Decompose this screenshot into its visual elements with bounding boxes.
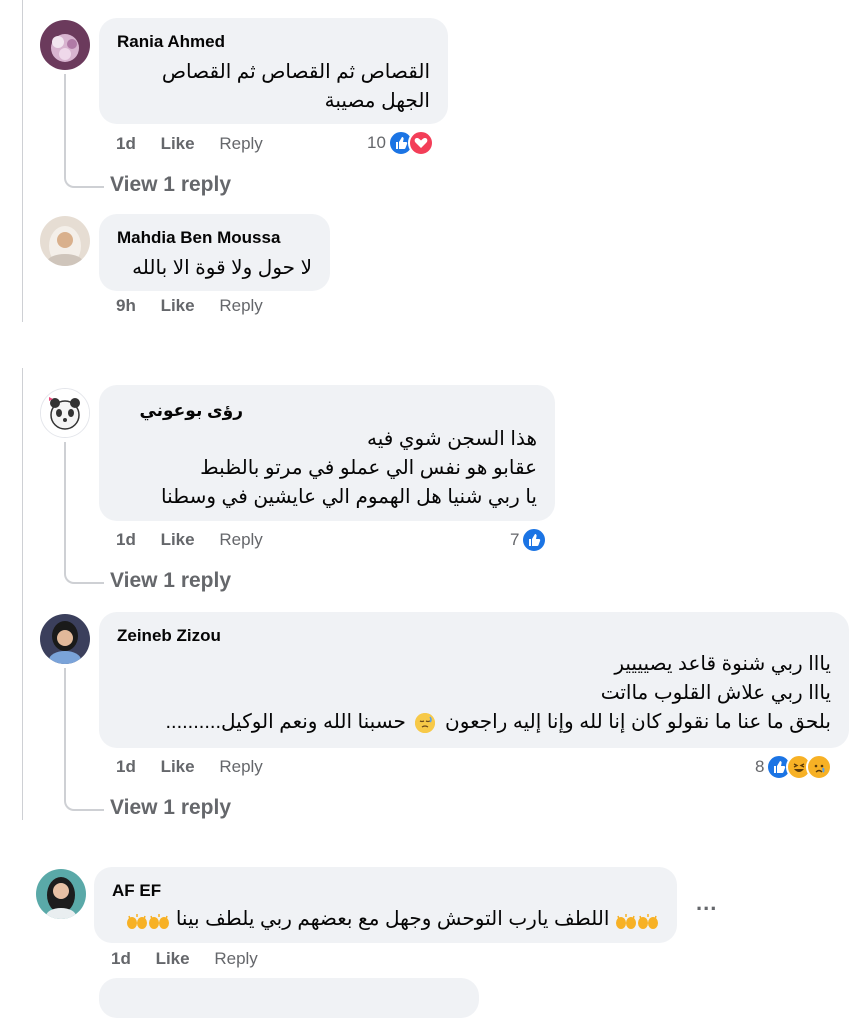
comment-text: القصاص ثم القصاص ثم القصاص الجهل مصيبة — [161, 61, 430, 112]
author-name[interactable]: Mahdia Ben Moussa — [117, 228, 280, 248]
avatar[interactable] — [36, 869, 86, 919]
timestamp[interactable]: 1d — [116, 757, 136, 777]
reaction-summary[interactable]: 10 — [367, 130, 434, 156]
hands-emoji-icon — [637, 911, 659, 929]
divider-line — [22, 368, 23, 820]
thread-line — [64, 442, 104, 584]
thread-line — [64, 74, 104, 188]
view-replies-link[interactable]: View 1 reply — [110, 173, 231, 197]
like-icon — [521, 527, 548, 553]
avatar[interactable] — [40, 388, 90, 438]
view-replies-link[interactable]: View 1 reply — [110, 569, 231, 593]
comment-actions: 1d Like Reply — [111, 949, 258, 969]
comment-text: يااا ربي شنوة قاعد يصيييير يااا ربي علاش… — [165, 653, 831, 733]
like-button[interactable]: Like — [161, 530, 195, 550]
hands-emoji-icon — [148, 911, 170, 929]
timestamp[interactable]: 9h — [116, 296, 136, 316]
timestamp[interactable]: 1d — [116, 530, 136, 550]
timestamp[interactable]: 1d — [116, 134, 136, 154]
divider-line — [22, 0, 23, 322]
sad-icon — [806, 754, 833, 780]
downcast-face-icon — [415, 712, 436, 733]
thread-line — [64, 668, 104, 811]
comment-actions: 1d Like Reply — [116, 530, 263, 550]
view-replies-link[interactable]: View 1 reply — [110, 796, 231, 820]
reaction-count: 7 — [510, 530, 520, 549]
reply-button[interactable]: Reply — [219, 757, 262, 777]
love-icon — [407, 130, 434, 156]
comment-bubble: AF EF اللطف يارب التوحش وجهل مع بعضهم رب… — [94, 867, 677, 943]
comment-bubble-partial — [99, 978, 479, 1018]
like-button[interactable]: Like — [161, 296, 195, 316]
comment-text: اللطف يارب التوحش وجهل مع بعضهم ربي يلطف… — [126, 905, 659, 934]
reaction-summary[interactable]: 7 — [510, 527, 548, 553]
more-options-button[interactable]: ... — [696, 890, 717, 916]
reaction-count: 8 — [755, 757, 765, 776]
comment-actions: 1d Like Reply — [116, 134, 263, 154]
reply-button[interactable]: Reply — [214, 949, 257, 969]
comment-text: هذا السجن شوي فيه عقابو هو نفس الي عملو … — [161, 428, 537, 508]
like-button[interactable]: Like — [156, 949, 190, 969]
reply-button[interactable]: Reply — [219, 134, 262, 154]
author-name[interactable]: Rania Ahmed — [117, 32, 225, 52]
timestamp[interactable]: 1d — [111, 949, 131, 969]
like-button[interactable]: Like — [161, 757, 195, 777]
comment-bubble: Mahdia Ben Moussa لا حول ولا قوة الا بال… — [99, 214, 330, 291]
author-name[interactable]: AF EF — [112, 881, 161, 901]
hands-emoji-icon — [615, 911, 637, 929]
avatar[interactable] — [40, 614, 90, 664]
comment-text: لا حول ولا قوة الا بالله — [132, 257, 312, 279]
avatar[interactable] — [40, 216, 90, 266]
reply-button[interactable]: Reply — [219, 296, 262, 316]
comment-actions: 9h Like Reply — [116, 296, 263, 316]
comment-bubble: Rania Ahmed القصاص ثم القصاص ثم القصاص ا… — [99, 18, 448, 124]
reaction-count: 10 — [367, 133, 386, 152]
comment-actions: 1d Like Reply — [116, 757, 263, 777]
reply-button[interactable]: Reply — [219, 530, 262, 550]
comment-bubble: Zeineb Zizou يااا ربي شنوة قاعد يصيييير … — [99, 612, 849, 748]
like-button[interactable]: Like — [161, 134, 195, 154]
reaction-summary[interactable]: 8 — [755, 754, 833, 780]
hands-emoji-icon — [126, 911, 148, 929]
author-name[interactable]: رؤى بوعوني — [139, 401, 243, 421]
author-name[interactable]: Zeineb Zizou — [117, 626, 221, 646]
comment-bubble: رؤى بوعوني هذا السجن شوي فيه عقابو هو نف… — [99, 385, 555, 521]
avatar[interactable] — [40, 20, 90, 70]
